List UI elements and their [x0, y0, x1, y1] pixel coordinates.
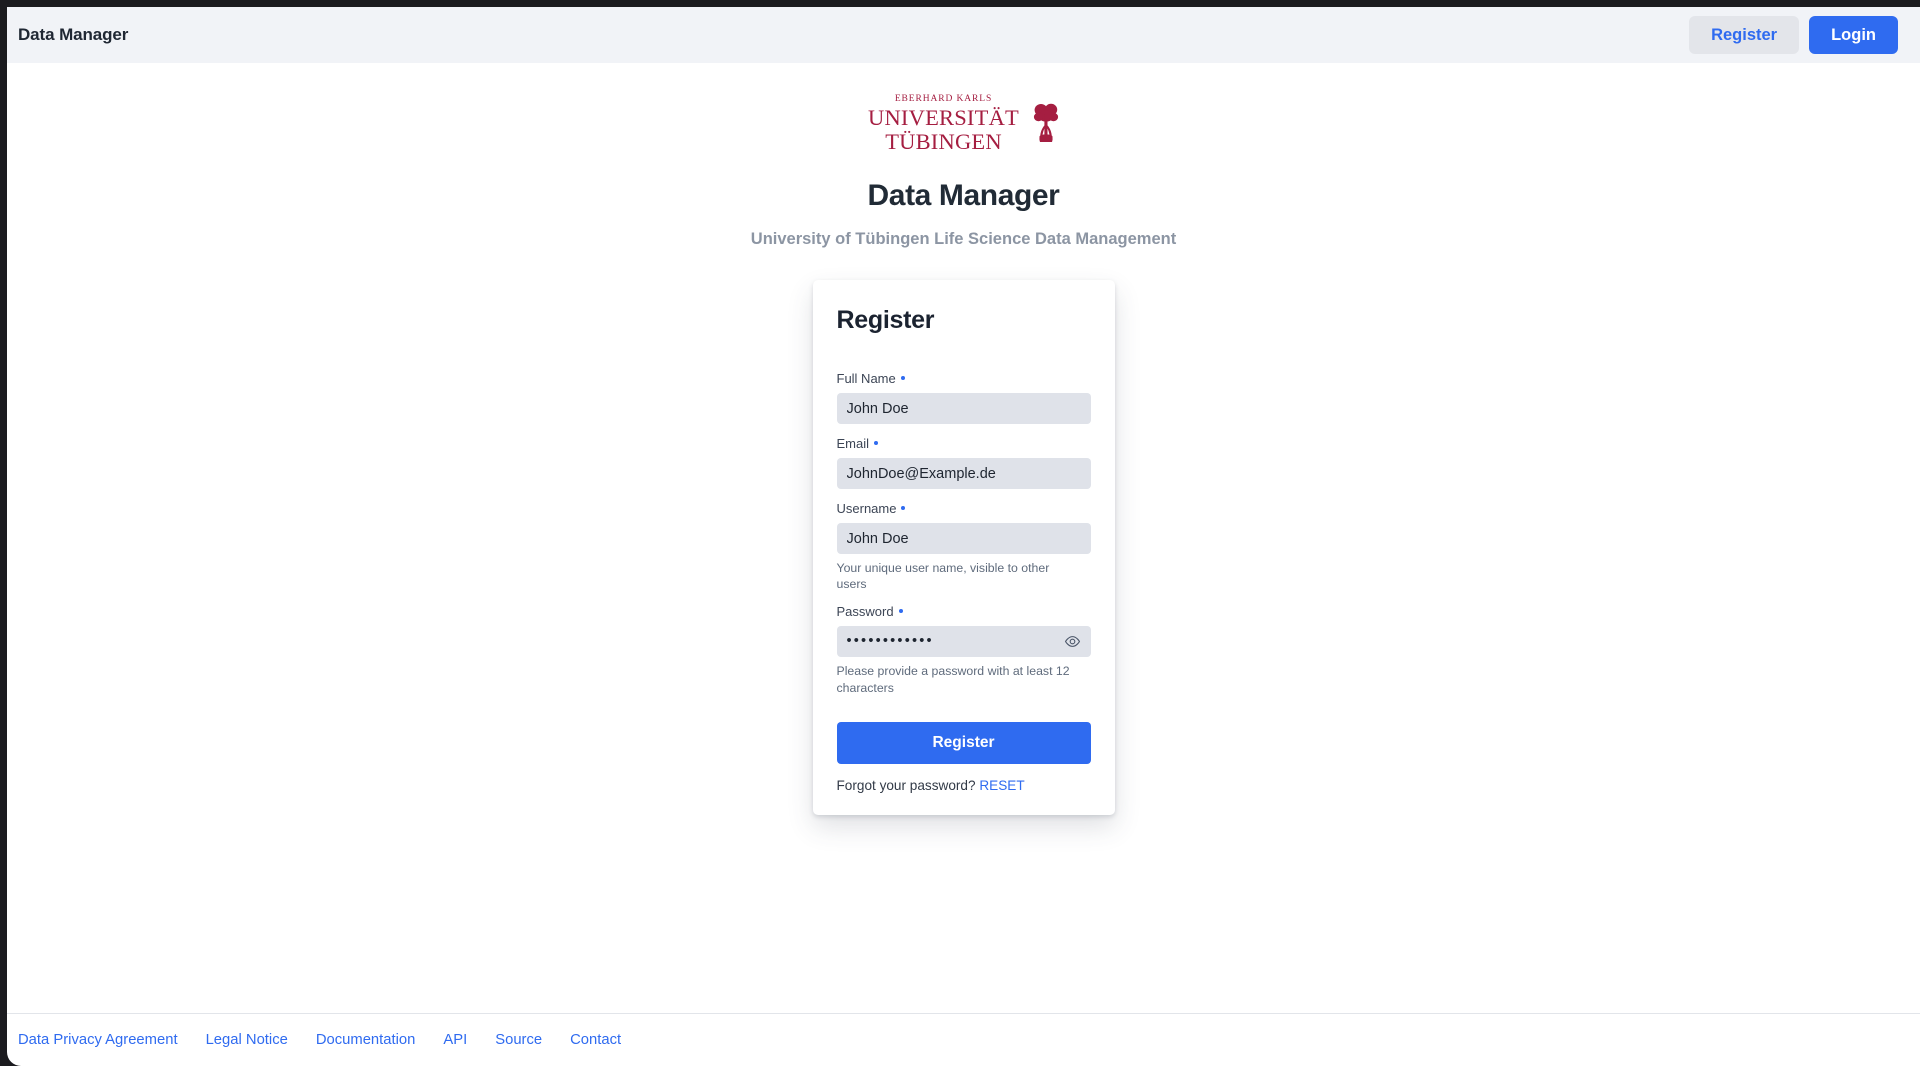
password-input[interactable]: ••••••••••••: [847, 626, 1058, 657]
browser-window-left-edge: [0, 0, 7, 1066]
card-title: Register: [836, 306, 935, 334]
logo-line-tubingen: TÜBINGEN: [885, 128, 1002, 154]
label-email: Email: [837, 436, 1091, 451]
forgot-password-row: Forgot your password? RESET: [837, 778, 1091, 793]
header-register-button[interactable]: Register: [1689, 15, 1800, 55]
register-card: Register Full Name Email: [812, 280, 1115, 815]
app-footer: Data Privacy Agreement Legal Notice Docu…: [7, 1013, 1920, 1066]
eye-icon[interactable]: [1064, 635, 1081, 648]
label-username-text: Username: [836, 501, 897, 516]
page-subtitle: University of Tübingen Life Science Data…: [750, 230, 1177, 248]
footer-link-contact[interactable]: Contact: [570, 1032, 621, 1048]
page-viewport: Data Manager Register Login EBERHARD KAR…: [7, 7, 1920, 1066]
label-full-name-text: Full Name: [836, 371, 896, 386]
footer-link-data-privacy-agreement[interactable]: Data Privacy Agreement: [18, 1032, 178, 1048]
required-indicator-icon: [901, 506, 906, 510]
required-indicator-icon: [874, 441, 879, 445]
logo-line-eberhard-karls: EBERHARD KARLS: [894, 93, 993, 104]
main-content: EBERHARD KARLS UNIVERSITÄT TÜBINGEN Data…: [7, 63, 1920, 1013]
required-indicator-icon: [900, 376, 905, 380]
header-login-button[interactable]: Login: [1809, 15, 1898, 55]
label-email-text: Email: [836, 436, 870, 451]
input-wrap-email[interactable]: [836, 458, 1091, 489]
input-wrap-full-name[interactable]: [836, 393, 1091, 424]
footer-link-legal-notice[interactable]: Legal Notice: [206, 1032, 288, 1048]
label-username: Username: [837, 501, 1091, 516]
page-title: Data Manager: [867, 179, 1060, 212]
field-group-password: Password •••••••••••• Please provide a p…: [836, 604, 1091, 695]
full-name-input[interactable]: [846, 393, 1081, 424]
app-title: Data Manager: [18, 25, 129, 44]
footer-link-api[interactable]: API: [443, 1032, 467, 1048]
field-group-email: Email: [836, 436, 1091, 489]
footer-link-source[interactable]: Source: [495, 1032, 542, 1048]
username-hint: Your unique user name, visible to other …: [836, 561, 1050, 592]
tree-emblem-icon: [1033, 103, 1059, 142]
browser-chrome-top-bar: [0, 0, 1920, 7]
university-logo: EBERHARD KARLS UNIVERSITÄT TÜBINGEN: [868, 93, 1059, 154]
label-full-name: Full Name: [837, 371, 1091, 386]
username-input[interactable]: [846, 523, 1081, 554]
input-wrap-username[interactable]: [836, 523, 1091, 554]
logo-line-universitat: UNIVERSITÄT: [868, 105, 1019, 131]
reset-password-link[interactable]: RESET: [979, 778, 1024, 793]
input-wrap-password[interactable]: ••••••••••••: [836, 626, 1091, 658]
header-actions: Register Login: [1689, 15, 1898, 55]
required-indicator-icon: [898, 609, 903, 614]
app-header: Data Manager Register Login: [7, 7, 1920, 63]
label-password-text: Password: [836, 604, 894, 620]
field-group-full-name: Full Name: [836, 371, 1091, 424]
register-submit-button[interactable]: Register: [836, 721, 1091, 764]
footer-link-documentation[interactable]: Documentation: [316, 1032, 416, 1048]
university-wordmark: EBERHARD KARLS UNIVERSITÄT TÜBINGEN: [868, 93, 1019, 154]
label-password: Password: [837, 604, 1091, 619]
email-input[interactable]: [846, 458, 1081, 489]
field-group-username: Username Your unique user name, visible …: [836, 501, 1091, 592]
forgot-password-text: Forgot your password?: [836, 777, 976, 793]
password-hint: Please provide a password with at least …: [836, 664, 1070, 695]
